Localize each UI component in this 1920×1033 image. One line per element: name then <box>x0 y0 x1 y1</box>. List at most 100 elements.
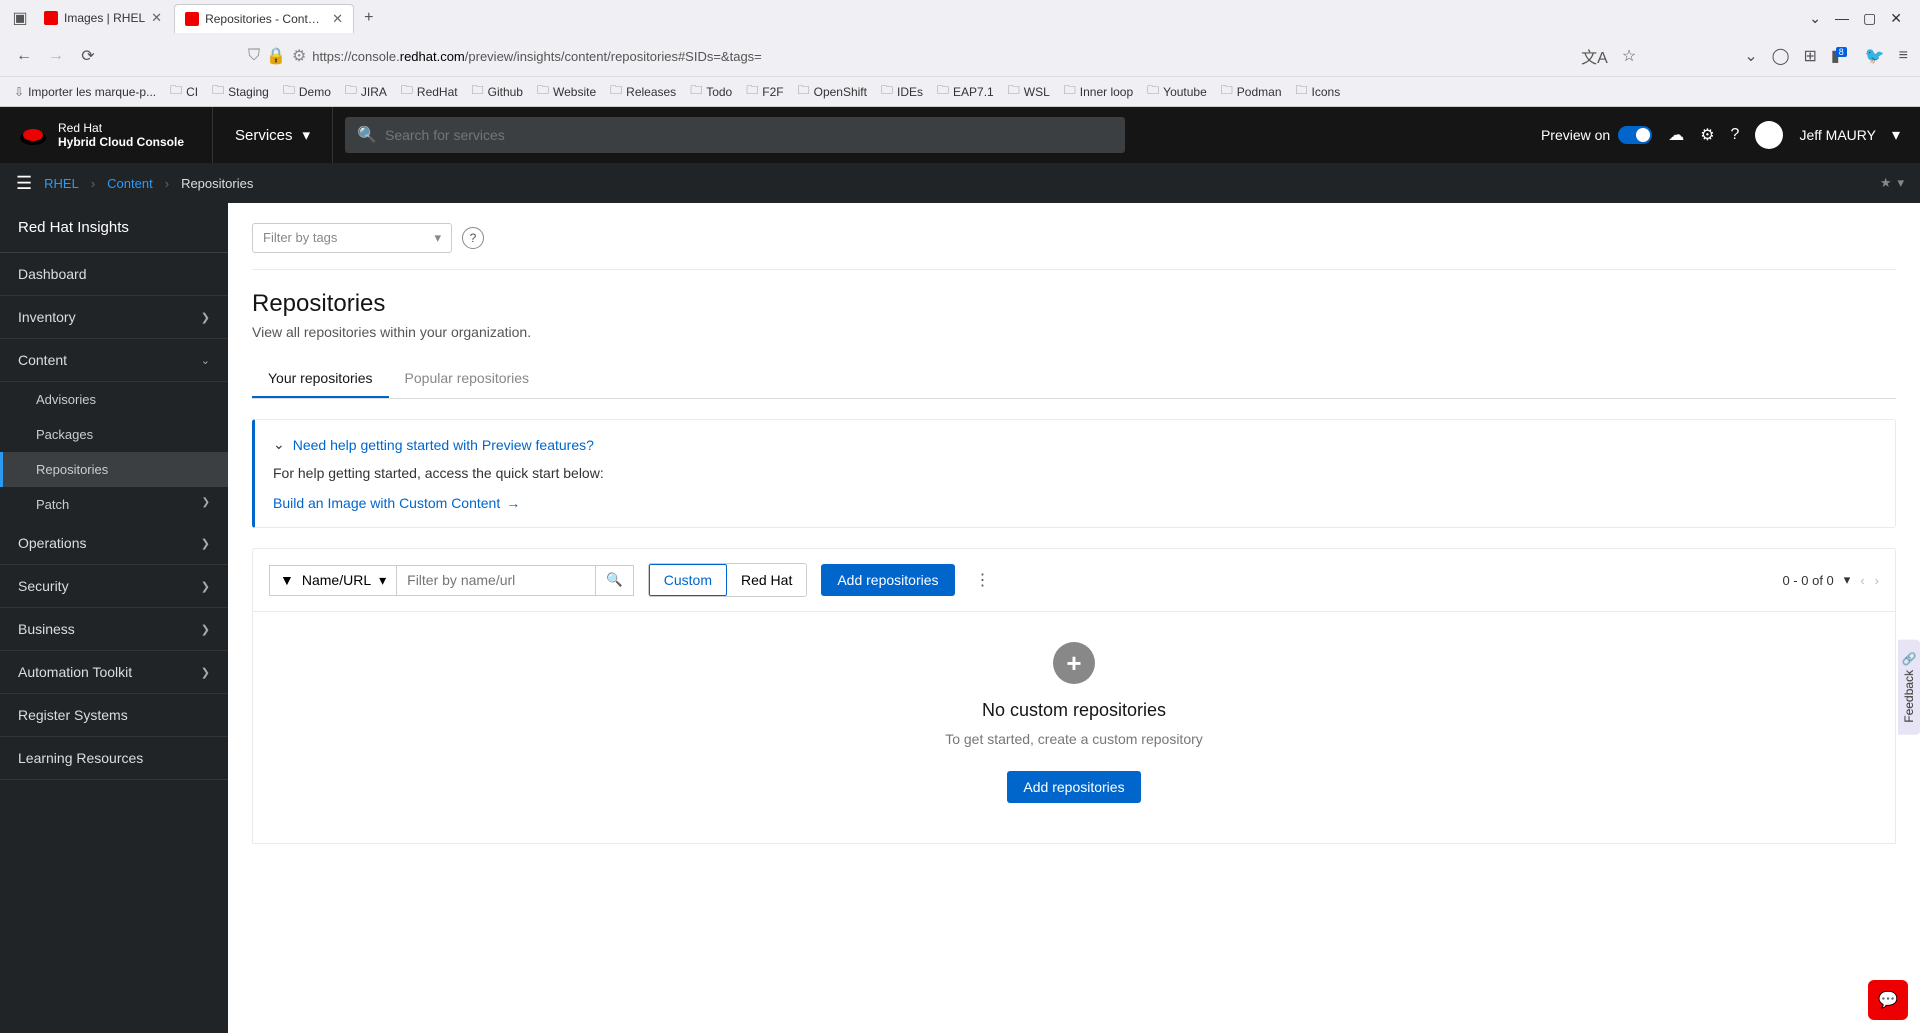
caret-down-icon[interactable]: ▾ <box>1844 572 1851 588</box>
bookmark-item[interactable]: 🗀Icons <box>1296 81 1341 102</box>
bookmark-item[interactable]: 🗀Releases <box>610 81 676 102</box>
sidebar-item-automation[interactable]: Automation Toolkit❯ <box>0 651 228 694</box>
maximize-icon[interactable]: ▢ <box>1863 10 1876 27</box>
tab-your-repos[interactable]: Your repositories <box>252 360 389 398</box>
sidebar-item-dashboard[interactable]: Dashboard <box>0 253 228 296</box>
info-panel-toggle[interactable]: ⌄ Need help getting started with Preview… <box>273 436 1877 453</box>
add-repositories-button[interactable]: Add repositories <box>821 564 954 596</box>
bookmark-item[interactable]: 🗀IDEs <box>881 81 923 102</box>
sidebar-item-inventory[interactable]: Inventory❯ <box>0 296 228 339</box>
lock-icon[interactable]: 🔒 <box>266 46 286 66</box>
bookmark-item[interactable]: 🗀Todo <box>690 81 732 102</box>
help-bubble[interactable]: 💬 <box>1868 980 1908 1020</box>
filter-type-dropdown[interactable]: ▼ Name/URL ▾ <box>269 565 396 596</box>
chevron-right-icon: ❯ <box>202 497 210 508</box>
bookmark-item[interactable]: 🗀F2F <box>746 81 783 102</box>
toggle-redhat[interactable]: Red Hat <box>727 564 806 596</box>
bookmark-item[interactable]: 🗀Demo <box>283 81 331 102</box>
minimize-icon[interactable]: — <box>1835 10 1849 27</box>
bookmark-item[interactable]: 🗀CI <box>170 81 198 102</box>
hamburger-icon[interactable]: ☰ <box>16 173 32 194</box>
extensions-icon[interactable]: ⊞ <box>1804 46 1817 66</box>
bookmark-item[interactable]: 🗀Inner loop <box>1064 81 1133 102</box>
help-icon[interactable]: ? <box>462 227 484 249</box>
notif-icon[interactable]: ▮8 <box>1831 46 1851 66</box>
permissions-icon[interactable]: ⚙ <box>292 46 306 66</box>
sidebar-title: Red Hat Insights <box>0 203 228 253</box>
bookmark-item[interactable]: ⇩Importer les marque-p... <box>14 85 156 99</box>
bookmark-item[interactable]: 🗀Podman <box>1221 81 1282 102</box>
sidebar-item-learning[interactable]: Learning Resources <box>0 737 228 780</box>
sidebar-subitem-repositories[interactable]: Repositories <box>0 452 228 487</box>
notif-badge: 8 <box>1836 47 1847 57</box>
bookmark-item[interactable]: 🗀RedHat <box>401 81 458 102</box>
breadcrumb-link[interactable]: RHEL <box>44 176 79 191</box>
search-input[interactable] <box>385 127 1113 143</box>
help-icon[interactable]: ? <box>1731 126 1740 144</box>
back-icon[interactable]: ← <box>12 47 36 65</box>
browser-sidebar-toggle-icon[interactable]: ▣ <box>8 6 32 30</box>
link-icon: 🔗 <box>1902 652 1916 667</box>
gear-icon[interactable]: ⚙ <box>1700 125 1714 145</box>
account-icon[interactable]: ◯ <box>1772 46 1790 66</box>
bookmark-item[interactable]: 🗀WSL <box>1008 81 1050 102</box>
pocket-icon[interactable]: ⌄ <box>1744 46 1757 66</box>
caret-down-icon: ▾ <box>434 230 441 246</box>
add-repositories-button[interactable]: Add repositories <box>1007 771 1140 803</box>
bookmark-item[interactable]: 🗀OpenShift <box>798 81 867 102</box>
kebab-icon[interactable]: ⋮ <box>969 570 997 590</box>
sidebar-item-security[interactable]: Security❯ <box>0 565 228 608</box>
reload-icon[interactable]: ⟳ <box>76 46 100 66</box>
sidebar-subitem-advisories[interactable]: Advisories <box>0 382 228 417</box>
search-services[interactable]: 🔍 <box>345 117 1125 153</box>
page-next-icon: › <box>1875 573 1879 588</box>
bookmark-item[interactable]: 🗀Website <box>537 81 596 102</box>
menu-icon[interactable]: ≡ <box>1899 47 1908 65</box>
sidebar-item-operations[interactable]: Operations❯ <box>0 522 228 565</box>
twitter-icon[interactable]: 🐦 <box>1865 46 1885 66</box>
caret-down-icon[interactable]: ▾ <box>1892 125 1900 145</box>
preview-toggle[interactable] <box>1618 126 1652 144</box>
bookmark-item[interactable]: 🗀Staging <box>212 81 269 102</box>
plus-circle-icon: + <box>1053 642 1095 684</box>
search-icon: 🔍 <box>606 572 623 587</box>
breadcrumb-link[interactable]: Content <box>107 176 153 191</box>
translate-icon[interactable]: 文A <box>1581 44 1608 68</box>
browser-tab[interactable]: Repositories - Content | RHEL ✕ <box>174 4 354 33</box>
chevron-down-icon[interactable]: ⌄ <box>1809 10 1821 27</box>
tab-popular-repos[interactable]: Popular repositories <box>389 360 546 398</box>
browser-tab[interactable]: Images | RHEL ✕ <box>34 4 172 32</box>
sidebar-item-business[interactable]: Business❯ <box>0 608 228 651</box>
avatar[interactable] <box>1755 121 1783 149</box>
toggle-custom[interactable]: Custom <box>649 564 727 596</box>
close-icon[interactable]: ✕ <box>332 11 343 27</box>
cloud-icon[interactable]: ☁ <box>1668 125 1684 145</box>
bookmark-item[interactable]: 🗀Github <box>472 81 523 102</box>
folder-icon: 🗀 <box>170 81 182 102</box>
info-quickstart-link[interactable]: Build an Image with Custom Content → <box>273 495 1877 511</box>
chevron-right-icon: ❯ <box>201 311 210 324</box>
bookmark-item[interactable]: 🗀Youtube <box>1147 81 1207 102</box>
search-button[interactable]: 🔍 <box>596 565 634 596</box>
address-bar[interactable]: https://console.redhat.com/preview/insig… <box>312 49 762 64</box>
bookmark-item[interactable]: 🗀JIRA <box>345 81 387 102</box>
bookmark-item[interactable]: 🗀EAP7.1 <box>937 81 994 102</box>
sidebar-subitem-packages[interactable]: Packages <box>0 417 228 452</box>
tag-filter-dropdown[interactable]: Filter by tags ▾ <box>252 223 452 253</box>
bookmark-star-icon[interactable]: ☆ <box>1622 46 1636 66</box>
arrow-right-icon: → <box>506 495 520 511</box>
brand-logo[interactable]: Red Hat Hybrid Cloud Console <box>0 121 212 150</box>
feedback-tab[interactable]: Feedback 🔗 <box>1898 640 1920 735</box>
star-icon[interactable]: ★ <box>1880 175 1892 191</box>
close-icon[interactable]: ✕ <box>151 10 162 26</box>
caret-down-icon[interactable]: ▾ <box>1897 175 1904 191</box>
shield-icon[interactable]: ⛉ <box>248 47 260 65</box>
filter-input[interactable] <box>396 565 596 596</box>
sidebar-item-register[interactable]: Register Systems <box>0 694 228 737</box>
username[interactable]: Jeff MAURY <box>1799 127 1876 143</box>
services-dropdown[interactable]: Services ▾ <box>212 107 333 163</box>
sidebar-item-content[interactable]: Content⌄ <box>0 339 228 382</box>
close-window-icon[interactable]: ✕ <box>1890 10 1902 27</box>
sidebar-subitem-patch[interactable]: Patch❯ <box>0 487 228 522</box>
new-tab-button[interactable]: + <box>356 5 381 31</box>
